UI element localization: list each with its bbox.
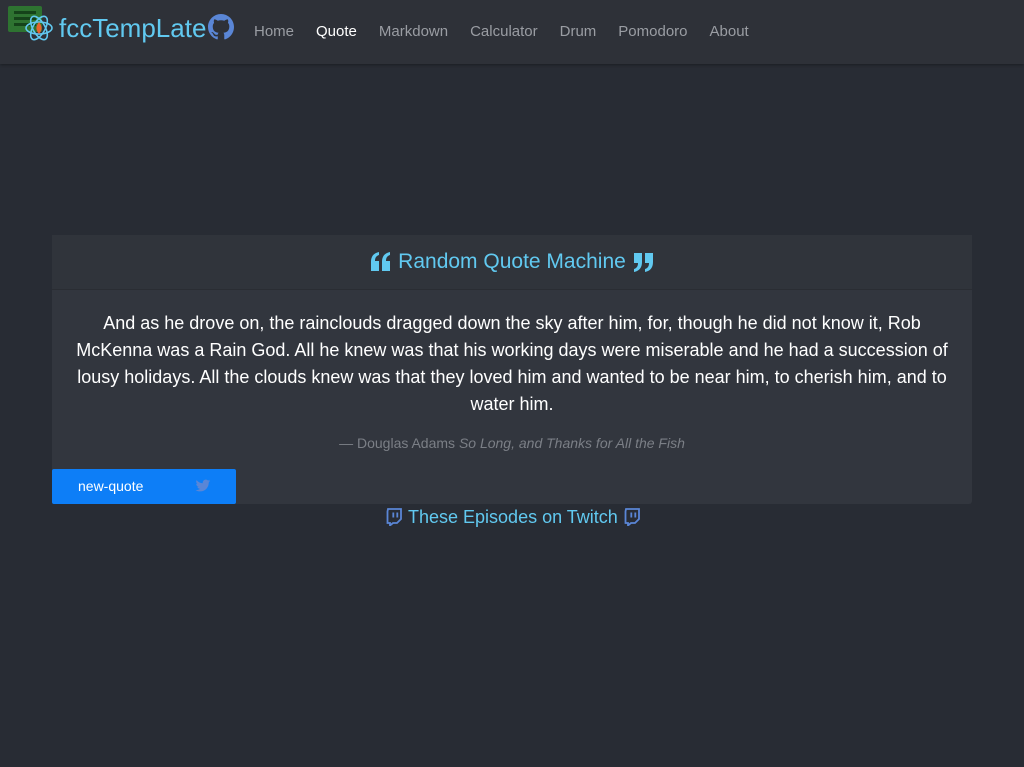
github-icon[interactable] (208, 14, 234, 40)
nav-links: Home Quote Markdown Calculator Drum Pomo… (254, 22, 771, 42)
twitch-link[interactable]: These Episodes on Twitch (386, 505, 640, 529)
new-quote-button[interactable]: new-quote (52, 469, 236, 504)
quote-author: — Douglas Adams (339, 435, 456, 451)
react-fire-icon (25, 15, 53, 41)
twitch-link-label: These Episodes on Twitch (408, 506, 618, 527)
nav-item-quote[interactable]: Quote (316, 22, 357, 42)
quote-right-icon (633, 253, 653, 272)
navbar: fccTempLate Home Quote Markdown Calculat… (0, 0, 1024, 64)
nav-item-about[interactable]: About (710, 22, 749, 42)
nav-item-pomodoro[interactable]: Pomodoro (618, 22, 687, 42)
new-quote-label: new-quote (78, 478, 144, 494)
nav-item-markdown[interactable]: Markdown (379, 22, 448, 42)
quote-card-header: Random Quote Machine (52, 235, 972, 290)
twitter-icon[interactable] (195, 478, 211, 494)
twitch-icon (386, 508, 402, 526)
quote-text: And as he drove on, the rainclouds dragg… (76, 313, 948, 414)
twitch-icon (624, 508, 640, 526)
quote-attribution: — Douglas Adams So Long, and Thanks for … (52, 435, 972, 451)
brand-link[interactable]: fccTempLate (59, 12, 206, 44)
nav-item-drum[interactable]: Drum (560, 22, 597, 42)
quote-source-title: So Long, and Thanks for All the Fish (458, 435, 685, 451)
nav-item-calculator[interactable]: Calculator (470, 22, 538, 42)
nav-item-home[interactable]: Home (254, 22, 294, 42)
quote-left-icon (371, 252, 391, 271)
quote-card: Random Quote Machine And as he drove on,… (52, 235, 972, 504)
quote-card-title: Random Quote Machine (398, 250, 626, 273)
